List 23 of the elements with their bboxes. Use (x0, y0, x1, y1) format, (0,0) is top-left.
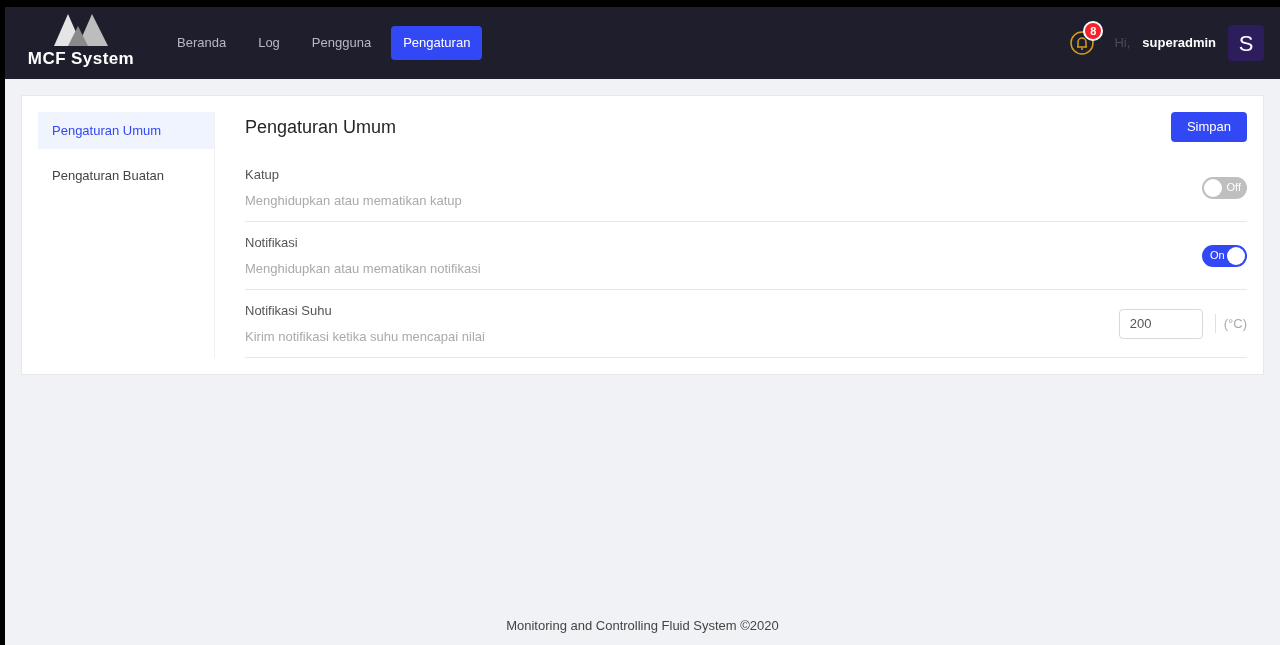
sidebar-item[interactable]: Pengaturan Umum (38, 112, 214, 149)
save-button[interactable]: Simpan (1170, 112, 1247, 142)
nav-link[interactable]: Beranda (165, 26, 239, 60)
notification-badge: 8 (1083, 21, 1104, 41)
footer-text: Monitoring and Controlling Fluid System ©2020 (506, 616, 779, 635)
user-avatar[interactable]: S (1228, 25, 1264, 61)
setting-label: Notifikasi Suhu (245, 302, 333, 320)
panel-title: Pengaturan Umum (245, 115, 397, 139)
sidebar-item[interactable]: Pengaturan Buatan (38, 157, 214, 194)
unit-label: (°C) (1214, 313, 1247, 334)
nav-link[interactable]: Pengaturan (391, 26, 483, 60)
logo-text: MCF System (27, 48, 135, 71)
logo-icon (54, 14, 108, 47)
setting-description: Kirim notifikasi ketika suhu mencapai nilai (245, 327, 485, 346)
username: superadmin (1142, 34, 1216, 53)
setting-description: Menghidupkan atau mematikan notifikasi (245, 259, 481, 278)
setting-label: Katup (245, 166, 280, 184)
setting-label: Notifikasi (245, 234, 299, 252)
toggle-switch[interactable]: On (1202, 244, 1247, 267)
nav-link[interactable]: Pengguna (299, 26, 384, 60)
setting-description: Menghidupkan atau mematikan katup (245, 191, 462, 210)
nav-link[interactable]: Log (246, 26, 292, 60)
number-input[interactable]: 200 (1118, 308, 1203, 339)
